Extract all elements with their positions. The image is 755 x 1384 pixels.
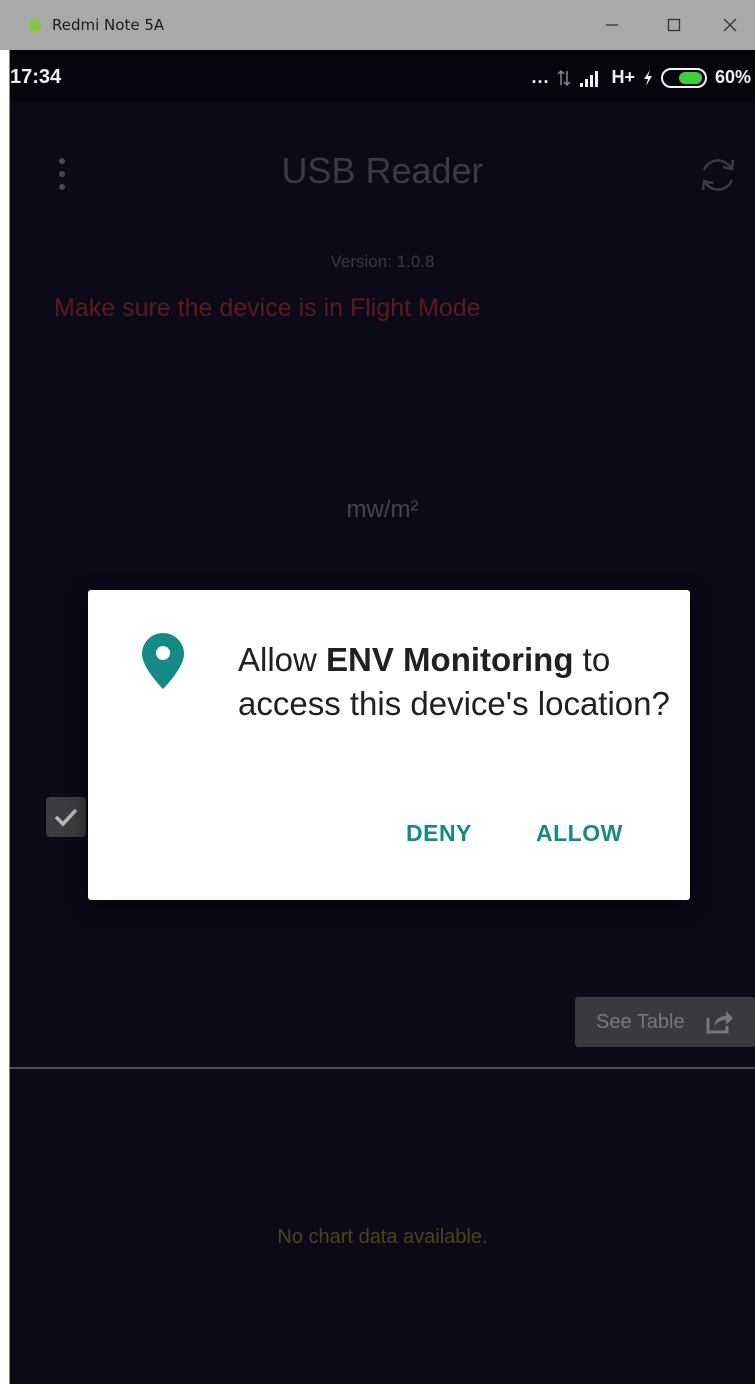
data-activity-icon xyxy=(557,69,571,86)
minimize-button[interactable] xyxy=(595,10,629,40)
battery-icon xyxy=(660,67,707,88)
unit-label: mw/m² xyxy=(346,496,419,523)
close-icon xyxy=(723,18,737,32)
allow-button[interactable]: ALLOW xyxy=(536,820,623,847)
share-icon xyxy=(706,1011,733,1034)
checkmark-icon xyxy=(54,808,78,827)
location-permission-dialog: Allow ENV Monitoring to access this devi… xyxy=(88,590,690,900)
network-type: H+ xyxy=(611,67,635,87)
android-icon xyxy=(28,18,42,33)
battery-fill xyxy=(679,71,702,84)
status-bar: 17:34 ... H+ 60% xyxy=(10,50,755,102)
see-table-label: See Table xyxy=(596,1010,685,1033)
status-indicators: ... H+ 60% xyxy=(531,67,751,88)
see-table-button[interactable]: See Table xyxy=(575,997,755,1047)
checkbox[interactable] xyxy=(46,797,86,837)
minimize-icon xyxy=(606,24,618,26)
app-title: USB Reader xyxy=(281,150,484,191)
signal-icon xyxy=(580,70,599,87)
close-button[interactable] xyxy=(713,10,747,40)
status-time: 17:34 xyxy=(10,66,62,88)
emulator-title-bar: Redmi Note 5A xyxy=(0,0,755,50)
battery-percent: 60% xyxy=(714,67,751,87)
charging-icon xyxy=(643,69,652,86)
window-title: Redmi Note 5A xyxy=(52,16,165,34)
deny-button[interactable]: DENY xyxy=(406,820,472,847)
location-pin-icon xyxy=(142,633,184,689)
section-divider xyxy=(10,1067,755,1069)
version-label: Version: 1.0.8 xyxy=(330,252,435,271)
dialog-message-prefix: Allow xyxy=(238,641,327,678)
dialog-app-name: ENV Monitoring xyxy=(326,641,574,678)
maximize-icon xyxy=(667,18,681,32)
no-chart-message: No chart data available. xyxy=(277,1226,488,1248)
notification-dots: ... xyxy=(531,67,550,87)
refresh-icon[interactable] xyxy=(695,152,741,198)
flight-mode-warning: Make sure the device is in Flight Mode xyxy=(54,294,481,322)
dialog-message: Allow ENV Monitoring to access this devi… xyxy=(238,638,678,726)
maximize-button[interactable] xyxy=(657,10,691,40)
